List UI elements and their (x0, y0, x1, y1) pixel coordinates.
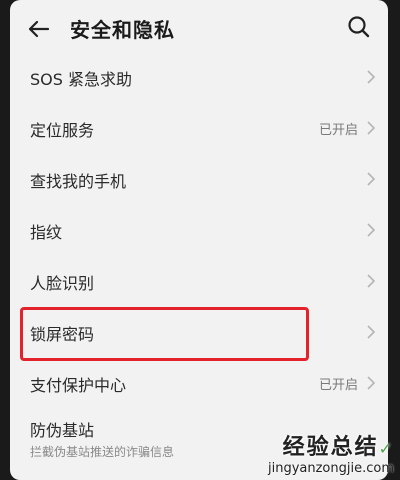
list-item-location[interactable]: 定位服务 已开启 (10, 103, 388, 154)
chevron-right-icon (367, 70, 376, 84)
page-title: 安全和隐私 (70, 18, 175, 42)
phone-screen: 安全和隐私 SOS 紧急求助 定位服务 已开启 查找我的手机 指纹 人脸识别 锁… (10, 0, 388, 480)
chevron-right-icon (367, 223, 376, 237)
list-item-sos[interactable]: SOS 紧急求助 (10, 52, 388, 103)
item-label: 人脸识别 (30, 274, 95, 293)
item-description: 拦截伪基站推送的诈骗信息 (30, 445, 175, 459)
header: 安全和隐私 (10, 0, 388, 58)
list-item-fingerprint[interactable]: 指纹 (10, 205, 388, 256)
item-label: 查找我的手机 (30, 172, 127, 191)
list-item-face-recognition[interactable]: 人脸识别 (10, 256, 388, 307)
watermark: 经验总结✓ jingyanzongjie.com (268, 429, 394, 476)
back-arrow-icon[interactable] (26, 16, 52, 42)
item-label: SOS 紧急求助 (30, 70, 132, 89)
item-label: 指纹 (30, 223, 63, 242)
chevron-right-icon (367, 172, 376, 186)
item-status: 已开启 (318, 378, 358, 393)
list-item-find-phone[interactable]: 查找我的手机 (10, 154, 388, 205)
chevron-right-icon (367, 325, 376, 339)
list-item-payment-protection[interactable]: 支付保护中心 已开启 (10, 358, 388, 409)
check-icon: ✓ (378, 439, 394, 458)
chevron-right-icon (367, 274, 376, 288)
item-label: 防伪基站 (30, 421, 95, 440)
search-icon[interactable] (346, 14, 372, 40)
item-status: 已开启 (318, 123, 358, 138)
settings-list: SOS 紧急求助 定位服务 已开启 查找我的手机 指纹 人脸识别 锁屏密码 支付… (10, 52, 388, 469)
item-label: 定位服务 (30, 121, 95, 140)
chevron-right-icon (367, 121, 376, 135)
highlight-box (20, 307, 309, 361)
watermark-title: 经验总结✓ (282, 435, 394, 460)
watermark-url: jingyanzongjie.com (267, 461, 394, 476)
item-label: 支付保护中心 (30, 376, 127, 395)
chevron-right-icon (367, 376, 376, 390)
